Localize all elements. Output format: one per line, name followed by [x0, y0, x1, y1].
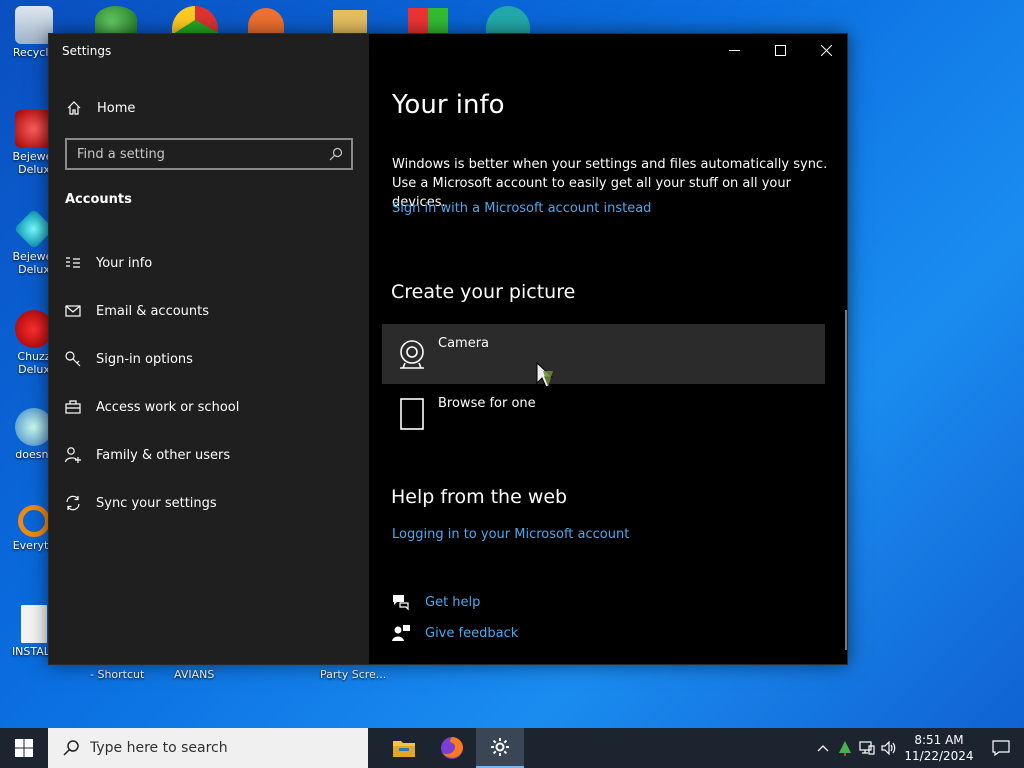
search-icon[interactable]: [329, 147, 343, 161]
file-icon: [400, 398, 424, 430]
taskbar-file-explorer[interactable]: [380, 728, 428, 768]
desktop-bottom-label-party: Party Scre...: [320, 668, 387, 681]
notification-icon: [992, 740, 1010, 756]
desktop-icon-app-p[interactable]: [248, 8, 284, 34]
create-picture-heading: Create your picture: [391, 281, 576, 303]
briefcase-icon: [64, 398, 82, 416]
close-button[interactable]: [803, 34, 849, 66]
desktop-icon-app-archive[interactable]: [333, 10, 367, 34]
magnifier-icon: [18, 505, 50, 537]
network-icon: [859, 741, 875, 755]
find-setting-input[interactable]: [67, 146, 329, 162]
help-web-heading: Help from the web: [391, 486, 568, 508]
give-feedback-row[interactable]: Give feedback: [392, 624, 518, 642]
chat-help-icon: [393, 595, 409, 611]
gear-icon: [491, 738, 509, 756]
clock-time: 8:51 AM: [914, 733, 964, 747]
taskbar-search-input[interactable]: [90, 740, 340, 756]
home-label: Home: [97, 100, 136, 116]
close-icon: [820, 44, 832, 56]
network-button[interactable]: [856, 728, 878, 768]
person-add-icon: [64, 446, 82, 464]
nav-item-label: Email & accounts: [96, 303, 210, 319]
taskbar: 8:51 AM 11/22/2024: [0, 728, 1024, 768]
person-card-icon: [64, 254, 82, 272]
settings-sidebar: Settings Home Accounts Your info: [49, 34, 369, 664]
nav-item-your-info[interactable]: Your info: [49, 239, 369, 287]
scrollbar[interactable]: [845, 310, 847, 650]
accounts-nav-list: Your info Email & accounts Sign-in optio…: [49, 239, 369, 527]
camera-label: Camera: [438, 336, 490, 351]
maximize-button[interactable]: [757, 34, 803, 66]
settings-window: Settings Home Accounts Your info: [48, 33, 848, 665]
window-title: Settings: [62, 44, 112, 58]
mail-icon: [64, 302, 82, 320]
cursor-icon: [536, 361, 554, 388]
give-feedback-link[interactable]: Give feedback: [425, 626, 518, 641]
page-title: Your info: [392, 90, 505, 120]
chevron-up-icon: [817, 745, 829, 752]
windows-logo-icon: [15, 739, 33, 757]
get-help-link[interactable]: Get help: [425, 595, 480, 610]
nav-item-access-work-school[interactable]: Access work or school: [49, 383, 369, 431]
desktop-bottom-label-avians: AVIANS: [174, 668, 215, 681]
taskbar-settings[interactable]: [476, 728, 524, 768]
nav-item-sign-in-options[interactable]: Sign-in options: [49, 335, 369, 383]
clock[interactable]: 8:51 AM 11/22/2024: [900, 732, 978, 764]
desktop-icon-app-character[interactable]: [486, 6, 530, 34]
minimize-button[interactable]: [711, 34, 757, 66]
home-icon: [67, 101, 81, 115]
tray-app-icon[interactable]: [834, 728, 856, 768]
find-setting-box[interactable]: [65, 138, 353, 170]
folder-icon: [393, 741, 415, 757]
clock-date: 11/22/2024: [904, 749, 974, 763]
maximize-icon: [774, 44, 786, 56]
home-nav-item[interactable]: Home: [49, 92, 369, 124]
desktop-icon-people[interactable]: [95, 6, 137, 34]
nav-item-email-accounts[interactable]: Email & accounts: [49, 287, 369, 335]
nav-item-label: Family & other users: [96, 447, 231, 463]
taskbar-firefox[interactable]: [428, 728, 476, 768]
feedback-icon: [392, 625, 410, 641]
action-center-button[interactable]: [978, 728, 1024, 768]
accounts-section-heading: Accounts: [65, 192, 132, 207]
key-icon: [64, 350, 82, 368]
system-tray: 8:51 AM 11/22/2024: [812, 728, 1024, 768]
window-controls: [711, 34, 849, 66]
desktop-icon-app-flag[interactable]: [408, 8, 448, 34]
sync-icon: [64, 494, 82, 512]
desktop-bottom-label-shortcut: - Shortcut: [90, 668, 145, 681]
nav-item-label: Access work or school: [96, 399, 240, 415]
volume-button[interactable]: [878, 728, 900, 768]
nav-item-label: Sign-in options: [96, 351, 193, 367]
nav-item-family-other-users[interactable]: Family & other users: [49, 431, 369, 479]
speaker-icon: [881, 741, 896, 755]
settings-content: Your info Windows is better when your se…: [369, 34, 849, 664]
nav-item-sync-settings[interactable]: Sync your settings: [49, 479, 369, 527]
search-icon: [63, 740, 79, 756]
nav-item-label: Your info: [96, 255, 153, 271]
nav-item-label: Sync your settings: [96, 495, 217, 511]
start-button[interactable]: [0, 728, 48, 768]
document-icon: [21, 605, 47, 643]
show-hidden-icons-button[interactable]: [812, 728, 834, 768]
taskbar-search-box[interactable]: [48, 728, 368, 768]
sign-in-microsoft-link[interactable]: Sign in with a Microsoft account instead: [392, 201, 651, 216]
browse-label: Browse for one: [438, 396, 536, 411]
tree-icon: [839, 741, 851, 756]
desktop-icon-chrome[interactable]: [172, 6, 218, 34]
camera-option[interactable]: Camera: [382, 324, 825, 384]
minimize-icon: [728, 49, 740, 51]
firefox-icon: [441, 737, 463, 759]
logging-in-microsoft-link[interactable]: Logging in to your Microsoft account: [392, 527, 629, 542]
camera-icon: [400, 340, 424, 369]
browse-option[interactable]: Browse for one: [382, 384, 825, 444]
get-help-row[interactable]: Get help: [392, 593, 480, 611]
